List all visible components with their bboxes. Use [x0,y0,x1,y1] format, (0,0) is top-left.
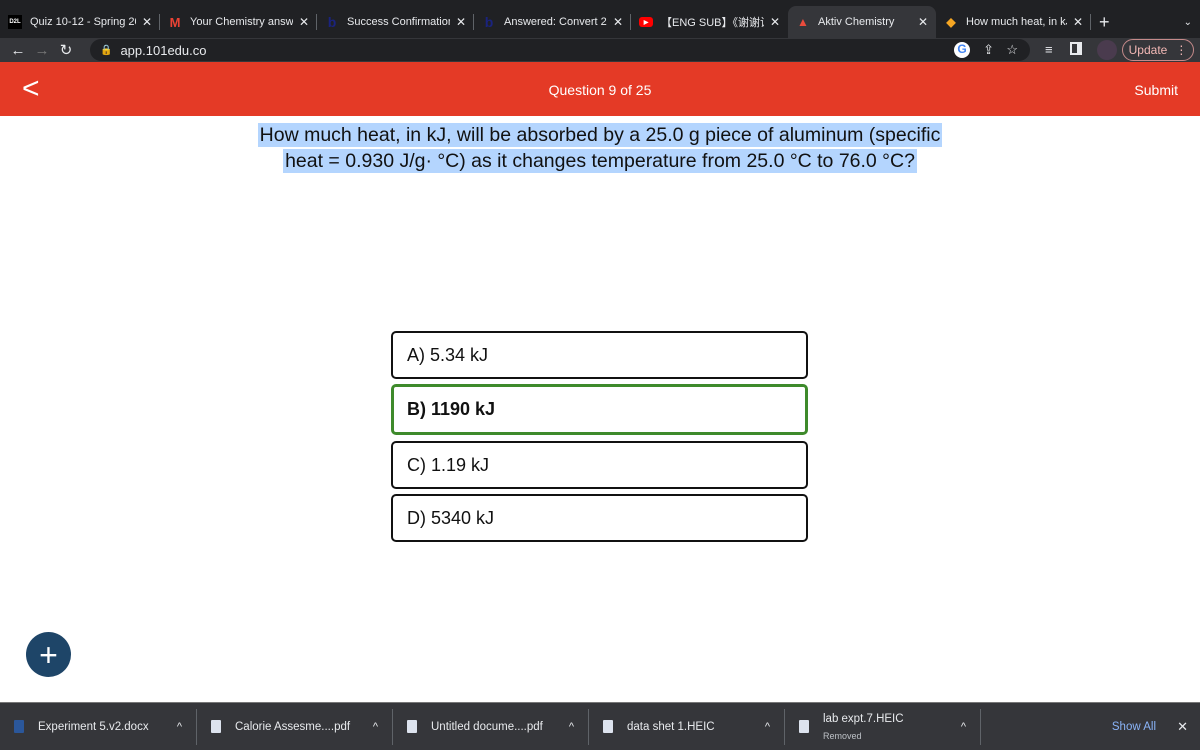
file-icon [799,720,809,733]
tab-youtube[interactable]: ▶ 【ENG SUB】《谢谢让 ✕ [631,6,788,38]
file-icon [407,720,417,733]
download-item[interactable]: data shet 1.HEIC ^ [589,708,785,745]
question-counter: Question 9 of 25 [548,82,652,98]
tab-aktiv[interactable]: ▲ Aktiv Chemistry ✕ [788,6,936,38]
close-downloads-icon[interactable]: ✕ [1177,719,1188,735]
chevron-up-icon[interactable]: ^ [373,721,378,733]
download-item[interactable]: lab expt.7.HEIC Removed ^ [785,708,981,745]
chevron-up-icon[interactable]: ^ [177,721,182,733]
media-queue-icon[interactable]: ≡ [1045,42,1053,57]
option-a[interactable]: A) 5.34 kJ [391,331,808,379]
reload-icon[interactable]: ↻ [54,41,78,59]
quiz-header: < Question 9 of 25 Submit [0,62,1200,116]
download-item[interactable]: Untitled docume....pdf ^ [393,708,589,745]
submit-button[interactable]: Submit [1134,82,1178,98]
d2l-icon: D2L [8,15,22,29]
show-all-button[interactable]: Show All [1112,721,1156,733]
tab-gmail[interactable]: M Your Chemistry answe ✕ [160,6,317,38]
side-panel-icon[interactable] [1070,42,1082,55]
tab-quiz[interactable]: D2L Quiz 10-12 - Spring 20 ✕ [0,6,160,38]
share-icon[interactable]: ⇪ [983,42,994,58]
forward-icon[interactable]: → [30,42,54,59]
question-text: How much heat, in kJ, will be absorbed b… [257,123,943,173]
back-icon[interactable]: ← [6,42,30,59]
plus-icon: + [39,636,58,673]
aktiv-icon: ▲ [797,15,809,29]
download-status: Removed [823,730,862,741]
chevron-up-icon[interactable]: ^ [765,721,770,733]
update-button[interactable]: Update ⋮ [1122,39,1194,61]
download-item[interactable]: Experiment 5.v2.docx ^ [0,708,197,745]
option-c[interactable]: C) 1.19 kJ [391,441,808,489]
bartleby-icon: b [484,14,494,30]
file-icon [603,720,613,733]
close-tab-icon[interactable]: ✕ [770,15,780,29]
bartleby-icon: b [327,14,337,30]
option-b[interactable]: B) 1190 kJ [391,384,808,435]
chevron-up-icon[interactable]: ^ [569,721,574,733]
download-item[interactable]: Calorie Assesme....pdf ^ [197,708,393,745]
close-tab-icon[interactable]: ✕ [299,15,309,29]
new-tab-button[interactable]: + [1091,6,1121,38]
file-icon [211,720,221,733]
tab-chegg[interactable]: ◆ How much heat, in kJ, ✕ [936,6,1091,38]
close-tab-icon[interactable]: ✕ [918,15,928,29]
more-menu-icon: ⋮ [1175,43,1188,57]
downloads-bar: Experiment 5.v2.docx ^ Calorie Assesme...… [0,702,1200,750]
close-tab-icon[interactable]: ✕ [613,15,623,29]
close-tab-icon[interactable]: ✕ [1073,15,1083,29]
tab-answered[interactable]: b Answered: Convert 2 ✕ [474,6,631,38]
tab-search-chevron-icon[interactable]: ⌄ [1176,6,1200,38]
add-button[interactable]: + [26,632,71,677]
url-text: app.101edu.co [120,42,207,58]
google-icon[interactable]: G [954,42,970,58]
tab-strip: D2L Quiz 10-12 - Spring 20 ✕ M Your Chemist… [0,0,1200,38]
close-tab-icon[interactable]: ✕ [142,15,152,29]
close-tab-icon[interactable]: ✕ [456,15,466,29]
option-d[interactable]: D) 5340 kJ [391,494,808,542]
lock-icon: 🔒 [100,44,113,56]
chevron-up-icon[interactable]: ^ [961,721,966,733]
address-bar[interactable]: 🔒 app.101edu.co G ⇪ ☆ [90,39,1030,61]
youtube-icon: ▶ [639,17,653,27]
profile-avatar[interactable] [1097,40,1117,60]
browser-toolbar: ← → ↻ 🔒 app.101edu.co G ⇪ ☆ ≡ Update ⋮ [0,38,1200,62]
word-file-icon [14,720,24,733]
chegg-icon: ◆ [946,15,956,29]
gmail-icon: M [169,14,181,30]
bookmark-star-icon[interactable]: ☆ [1006,42,1018,58]
tab-success[interactable]: b Success Confirmation ✕ [317,6,474,38]
